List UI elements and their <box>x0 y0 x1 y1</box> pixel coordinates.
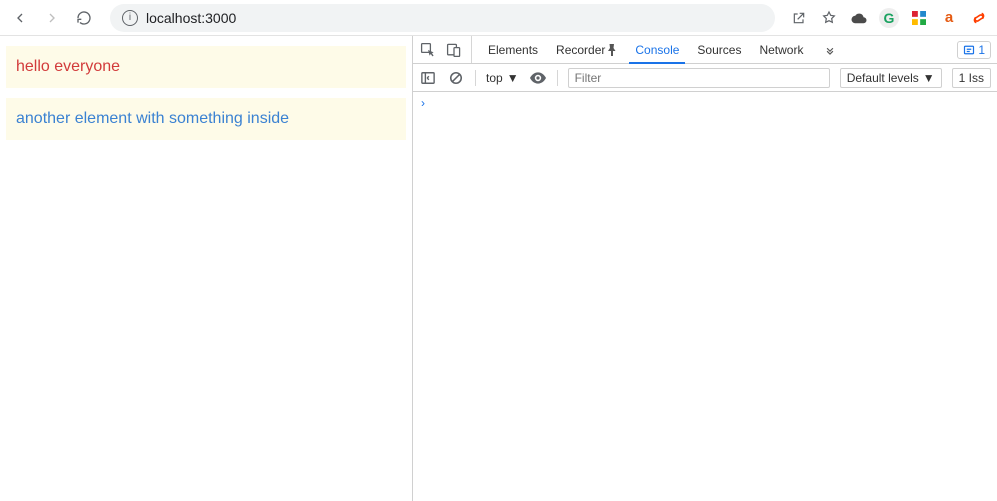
console-toolbar: top ▼ Default levels ▼ 1 Iss <box>413 64 997 92</box>
chevron-down-icon: ▼ <box>923 71 935 85</box>
separator <box>557 70 558 86</box>
issues-badge-count: 1 <box>978 43 985 57</box>
extension-g-icon[interactable]: G <box>879 8 899 28</box>
console-filter-input[interactable] <box>568 68 830 88</box>
main-split: hello everyone another element with some… <box>0 36 997 501</box>
url-text: localhost:3000 <box>146 10 236 26</box>
clear-console-icon[interactable] <box>447 69 465 87</box>
more-tabs-icon[interactable] <box>819 43 841 57</box>
console-prompt-icon: › <box>421 96 425 110</box>
devtools-left-controls <box>419 36 472 63</box>
device-toggle-icon[interactable] <box>445 41 463 59</box>
console-issues-button[interactable]: 1 Iss <box>952 68 991 88</box>
devtools-tabstrip: Elements Recorder Console Sources Networ… <box>413 36 997 64</box>
site-info-icon[interactable]: i <box>122 10 138 26</box>
console-issues-label: 1 Iss <box>959 71 984 85</box>
address-bar[interactable]: i localhost:3000 <box>110 4 775 32</box>
tab-recorder-label: Recorder <box>556 43 605 57</box>
separator <box>475 70 476 86</box>
extension-grid-icon[interactable] <box>909 8 929 28</box>
tab-network[interactable]: Network <box>757 36 805 63</box>
console-output[interactable]: › <box>413 92 997 501</box>
chevron-down-icon: ▼ <box>507 71 519 85</box>
execution-context-selector[interactable]: top ▼ <box>486 71 519 85</box>
extension-cloud-icon[interactable] <box>849 8 869 28</box>
browser-back-button[interactable] <box>8 6 32 30</box>
pin-icon <box>607 44 617 56</box>
log-level-label: Default levels <box>847 71 919 85</box>
live-expression-icon[interactable] <box>529 69 547 87</box>
tab-console[interactable]: Console <box>633 36 681 63</box>
extension-a-icon[interactable]: a <box>939 8 959 28</box>
console-sidebar-toggle-icon[interactable] <box>419 69 437 87</box>
tab-recorder[interactable]: Recorder <box>554 36 619 63</box>
page-element-text: hello everyone <box>16 58 120 75</box>
share-icon[interactable] <box>789 8 809 28</box>
log-level-selector[interactable]: Default levels ▼ <box>840 68 942 88</box>
issues-badge[interactable]: 1 <box>957 41 991 59</box>
execution-context-label: top <box>486 71 503 85</box>
bookmark-star-icon[interactable] <box>819 8 839 28</box>
page-element-text: another element with something inside <box>16 110 289 127</box>
page-element: another element with something inside <box>6 98 406 140</box>
extension-icons: G a <box>789 8 989 28</box>
tab-elements[interactable]: Elements <box>486 36 540 63</box>
extension-svelte-icon[interactable] <box>969 8 989 28</box>
tab-sources[interactable]: Sources <box>695 36 743 63</box>
devtools-panel: Elements Recorder Console Sources Networ… <box>412 36 997 501</box>
browser-reload-button[interactable] <box>72 6 96 30</box>
browser-chrome: i localhost:3000 G a <box>0 0 997 36</box>
page-viewport: hello everyone another element with some… <box>0 36 412 501</box>
browser-forward-button[interactable] <box>40 6 64 30</box>
element-picker-icon[interactable] <box>419 41 437 59</box>
page-element: hello everyone <box>6 46 406 88</box>
